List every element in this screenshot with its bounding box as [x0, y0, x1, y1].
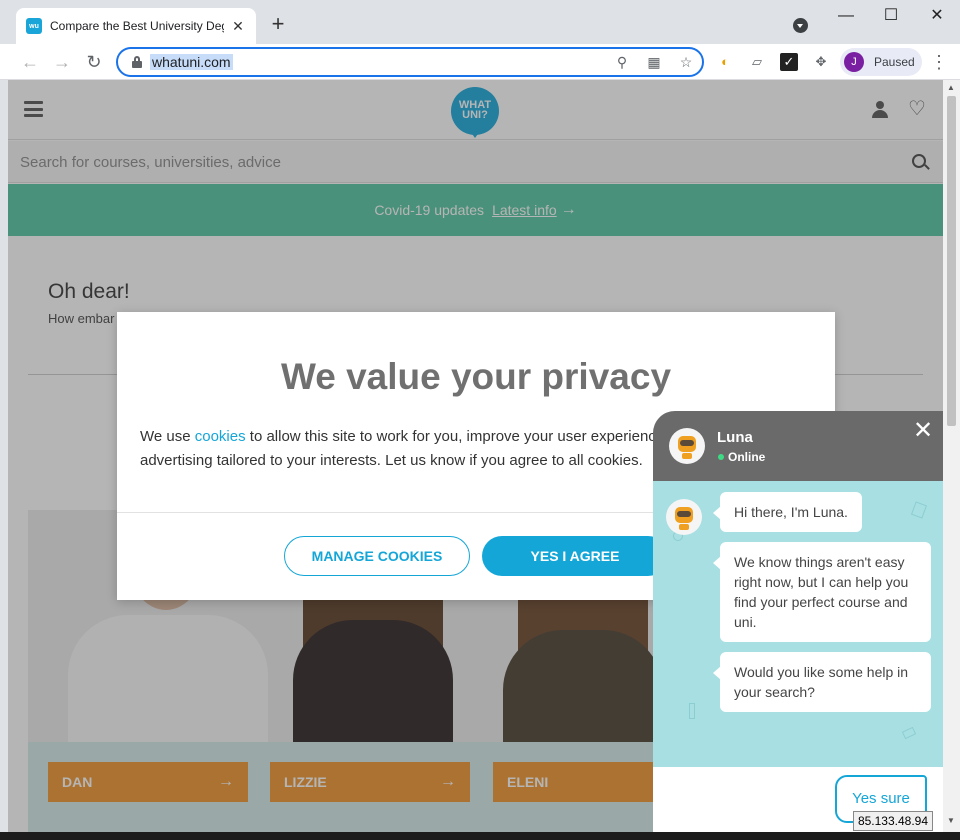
cookies-link[interactable]: cookies: [195, 428, 246, 445]
whatuni-favicon-icon: wu: [26, 18, 42, 34]
location-icon[interactable]: ⚲: [614, 54, 630, 70]
modal-title: We value your privacy: [280, 356, 672, 397]
url-text[interactable]: whatuni.com: [150, 54, 233, 70]
menu-kebab-icon[interactable]: ⋮: [930, 52, 948, 72]
chat-message: Would you like some help in your search?: [713, 652, 931, 712]
extension-a-icon[interactable]: ◐: [716, 53, 734, 71]
chat-message: Hi there, I'm Luna.: [713, 492, 862, 532]
maximize-button[interactable]: ☐: [871, 6, 911, 28]
browser-toolbar: ← → ↻ whatuni.com ⚲ ▦ ☆ ◐ ▱ ✓ ✥ J Paused…: [0, 44, 960, 80]
chat-status: Online: [728, 450, 766, 464]
back-button[interactable]: ←: [18, 50, 42, 74]
chat-close-icon[interactable]: ✕: [911, 419, 935, 443]
scroll-thumb[interactable]: [947, 96, 956, 426]
minimize-button[interactable]: —: [826, 6, 866, 28]
bot-avatar-icon: [669, 428, 705, 464]
scroll-down-icon[interactable]: ▼: [946, 816, 956, 826]
extension-c-icon[interactable]: ✓: [780, 53, 798, 71]
tab-search-icon[interactable]: [793, 18, 808, 33]
decorative-shape: [901, 726, 917, 740]
chat-header: Luna Online ✕: [653, 411, 943, 481]
close-window-button[interactable]: ✕: [917, 6, 957, 28]
ip-address-tooltip: 85.133.48.94: [853, 811, 933, 831]
decorative-shape: [689, 703, 695, 719]
reload-button[interactable]: ↻: [82, 50, 106, 74]
decorative-shape: [910, 501, 928, 519]
taskbar-edge: [0, 832, 960, 840]
chat-widget: Luna Online ✕ Hi there, I'm Luna. We kno…: [653, 411, 943, 840]
avatar: J: [844, 52, 864, 72]
manage-cookies-button[interactable]: MANAGE COOKIES: [284, 536, 470, 576]
online-status-icon: [718, 454, 724, 460]
new-tab-button[interactable]: +: [268, 13, 288, 35]
scroll-up-icon[interactable]: ▲: [946, 83, 956, 93]
lock-icon[interactable]: [132, 56, 142, 68]
qr-icon[interactable]: ▦: [646, 54, 662, 70]
address-bar[interactable]: whatuni.com ⚲ ▦ ☆: [116, 47, 704, 77]
puzzle-icon[interactable]: ✥: [812, 53, 830, 71]
yes-i-agree-button[interactable]: YES I AGREE: [482, 536, 668, 576]
chat-bot-name: Luna: [717, 429, 753, 446]
bot-avatar-icon: [666, 499, 702, 535]
modal-text-start: We use: [140, 428, 195, 445]
browser-window: wu Compare the Best University Deg ✕ + —…: [0, 0, 960, 840]
extension-b-icon[interactable]: ▱: [748, 53, 766, 71]
profile-status: Paused: [874, 55, 915, 69]
profile-button[interactable]: J Paused: [840, 48, 922, 76]
chat-messages: Hi there, I'm Luna. We know things aren'…: [653, 481, 943, 767]
forward-button[interactable]: →: [50, 50, 74, 74]
page-scrollbar[interactable]: ▲ ▼: [943, 80, 960, 840]
tab-strip: wu Compare the Best University Deg ✕ + —…: [0, 0, 960, 44]
chat-message: We know things aren't easy right now, bu…: [713, 542, 931, 642]
star-icon[interactable]: ☆: [678, 54, 694, 70]
browser-tab[interactable]: wu Compare the Best University Deg ✕: [16, 8, 256, 44]
tab-title: Compare the Best University Deg: [50, 19, 224, 33]
tab-close-icon[interactable]: ✕: [230, 18, 246, 34]
